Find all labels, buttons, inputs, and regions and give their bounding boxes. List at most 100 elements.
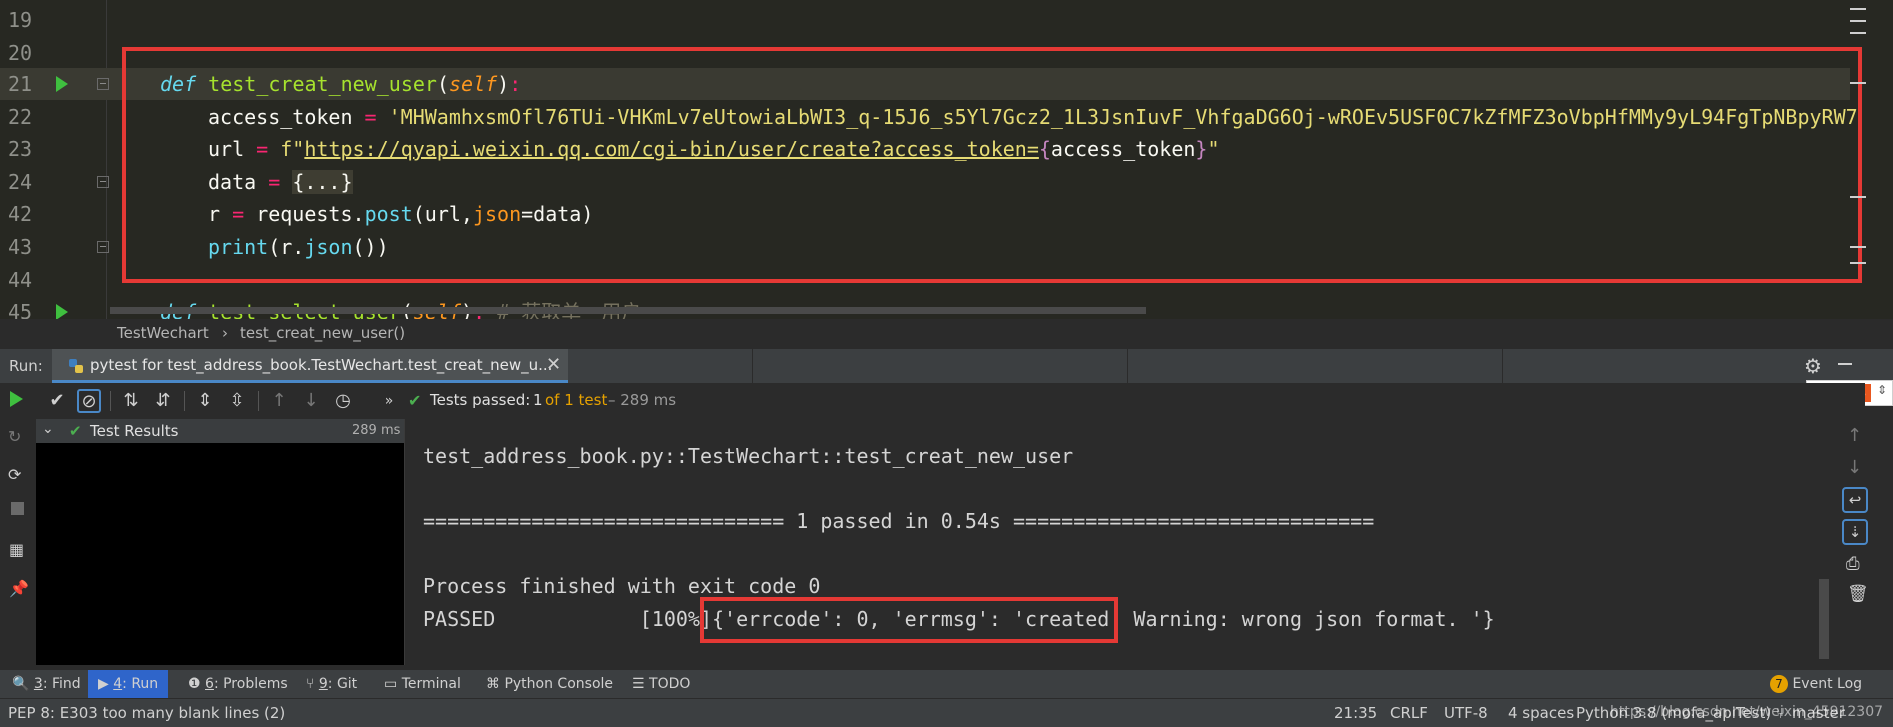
console-line: ============================== 1 passed … xyxy=(423,509,1375,533)
cursor-position[interactable]: 21:35 xyxy=(1334,704,1377,722)
sort-alpha-icon[interactable]: ⇅ xyxy=(120,390,142,412)
console-line: test_address_book.py::TestWechart::test_… xyxy=(423,444,1074,468)
fold-icon[interactable] xyxy=(97,78,109,90)
line-number: 42 xyxy=(8,202,33,226)
pin-icon[interactable]: 📌 xyxy=(9,579,29,598)
horizontal-scrollbar[interactable] xyxy=(110,307,1146,314)
tab-find[interactable]: 🔍 3: Find xyxy=(12,674,81,694)
toggle-auto-test-icon[interactable]: ⟳ xyxy=(8,465,21,484)
console-scrollbar[interactable] xyxy=(1819,579,1829,659)
line-number: 22 xyxy=(8,105,33,129)
event-log-badge: 7 xyxy=(1770,675,1788,693)
run-tab[interactable]: pytest for test_address_book.TestWechart… xyxy=(52,349,568,383)
run-tab-title: pytest for test_address_book.TestWechart… xyxy=(90,356,553,374)
collapse-all-icon[interactable]: ⇳ xyxy=(226,390,248,412)
tests-passed-label: Tests passed: xyxy=(430,391,531,409)
rerun-icon[interactable] xyxy=(10,391,23,407)
tab-git[interactable]: ⑂ 9: Git xyxy=(306,674,357,694)
next-failed-icon[interactable]: ↓ xyxy=(300,390,322,412)
python-icon: ⌘ xyxy=(486,676,500,692)
console-line: Process finished with exit code 0 xyxy=(423,574,821,598)
show-passed-icon[interactable]: ✔ xyxy=(46,390,68,412)
fold-icon[interactable] xyxy=(97,241,109,253)
tab-todo[interactable]: ☰ TODO xyxy=(632,674,690,694)
run-test-icon[interactable] xyxy=(56,304,68,319)
watermark: https://blog.csdn.net/weixin_45912307 xyxy=(1610,704,1884,720)
history-icon[interactable]: ◷ xyxy=(332,390,354,412)
highlight-box xyxy=(700,597,1118,643)
run-left-toolbar: ↻ ⟳ ▦ 📌 xyxy=(0,383,36,665)
run-test-icon[interactable] xyxy=(56,76,68,92)
scroll-marker xyxy=(1850,196,1866,198)
minimize-icon[interactable] xyxy=(1838,363,1852,365)
print-icon[interactable]: ⎙ xyxy=(1846,554,1860,574)
header-divider xyxy=(752,349,753,383)
breadcrumb-separator: › xyxy=(222,324,228,342)
console-right-toolbar: ↑ ↓ ↩ ⇣ ⎙ 🗑 xyxy=(1835,419,1893,665)
fold-icon[interactable] xyxy=(97,176,109,188)
branch-icon: ⑂ xyxy=(306,676,315,692)
layout-icon[interactable]: ▦ xyxy=(9,540,24,559)
chevron-down-icon[interactable]: ⌄ xyxy=(42,421,54,437)
console-output[interactable]: test_address_book.py::TestWechart::test_… xyxy=(405,419,1835,665)
test-results-time: 289 ms xyxy=(352,423,401,438)
header-divider xyxy=(1127,349,1128,383)
scroll-marker xyxy=(1850,246,1866,248)
run-toolbar: ✔ ⊘ ⇅ ⇵ ⇕ ⇳ ↑ ↓ ◷ » ✔ Tests passed: 1 of… xyxy=(0,383,1865,420)
indent-setting[interactable]: 4 spaces xyxy=(1508,704,1574,722)
toolbar-separator xyxy=(110,391,111,411)
tests-time: – 289 ms xyxy=(608,391,677,409)
code-line[interactable]: 19 xyxy=(0,4,1850,36)
expand-all-icon[interactable]: ⇕ xyxy=(194,390,216,412)
line-number: 21 xyxy=(8,72,33,96)
file-encoding[interactable]: UTF-8 xyxy=(1444,704,1488,722)
run-label: Run: xyxy=(9,357,43,375)
more-icon[interactable]: » xyxy=(378,390,400,412)
show-ignored-icon[interactable]: ⊘ xyxy=(77,389,101,413)
tab-problems[interactable]: ❶ 6: Problems xyxy=(188,674,288,694)
toolbar-separator xyxy=(258,391,259,411)
test-results-tree[interactable]: ⌄ ✔ Test Results 289 ms xyxy=(36,419,405,665)
scroll-marker xyxy=(1850,262,1866,264)
passed-check-icon: ✔ xyxy=(69,422,82,440)
scroll-marker xyxy=(1850,32,1866,34)
breadcrumb-class[interactable]: TestWechart xyxy=(117,324,209,342)
previous-failed-icon[interactable]: ↑ xyxy=(268,390,290,412)
line-separator[interactable]: CRLF xyxy=(1390,704,1428,722)
line-number: 45 xyxy=(8,300,33,319)
info-icon: ❶ xyxy=(188,676,201,692)
tool-window-bar: 🔍 3: Find ▶ 4: Run ❶ 6: Problems ⑂ 9: Gi… xyxy=(0,670,1893,698)
rerun-failed-icon[interactable]: ↻ xyxy=(8,427,21,446)
trash-icon[interactable]: 🗑 xyxy=(1847,584,1869,604)
line-number: 20 xyxy=(8,41,33,65)
highlight-box xyxy=(122,47,1862,283)
tab-terminal[interactable]: ▭ Terminal xyxy=(384,674,461,694)
terminal-icon: ▭ xyxy=(384,676,398,692)
list-icon: ☰ xyxy=(632,676,645,692)
gear-icon[interactable]: ⚙ xyxy=(1804,354,1822,378)
status-message[interactable]: PEP 8: E303 too many blank lines (2) xyxy=(8,704,285,722)
toolbar-separator xyxy=(184,391,185,411)
close-tab-icon[interactable]: ✕ xyxy=(546,354,561,375)
up-arrow-icon[interactable]: ↑ xyxy=(1847,425,1862,446)
ime-arrows-icon[interactable]: ⇕ xyxy=(1877,383,1887,397)
search-icon: 🔍 xyxy=(12,676,30,692)
sort-duration-icon[interactable]: ⇵ xyxy=(152,390,174,412)
tab-run[interactable]: ▶ 4: Run xyxy=(88,670,169,698)
passed-check-icon: ✔ xyxy=(408,391,422,410)
tab-python-console[interactable]: ⌘ Python Console xyxy=(486,674,613,694)
code-editor[interactable]: 19 20 21 def test_creat_new_user(self): … xyxy=(0,0,1893,319)
header-divider xyxy=(1502,349,1503,383)
soft-wrap-icon[interactable]: ↩ xyxy=(1842,487,1868,513)
test-results-root[interactable]: ⌄ ✔ Test Results 289 ms xyxy=(36,419,404,443)
event-log[interactable]: 7 Event Log xyxy=(1770,674,1862,694)
down-arrow-icon[interactable]: ↓ xyxy=(1847,457,1862,478)
scroll-to-end-icon[interactable]: ⇣ xyxy=(1842,519,1868,545)
play-icon: ▶ xyxy=(98,676,109,692)
scroll-marker xyxy=(1850,82,1866,84)
test-results-label: Test Results xyxy=(90,422,179,440)
stop-icon[interactable] xyxy=(11,502,24,515)
scroll-marker xyxy=(1850,20,1866,22)
breadcrumb-method[interactable]: test_creat_new_user() xyxy=(240,324,405,342)
scroll-marker xyxy=(1850,8,1866,10)
